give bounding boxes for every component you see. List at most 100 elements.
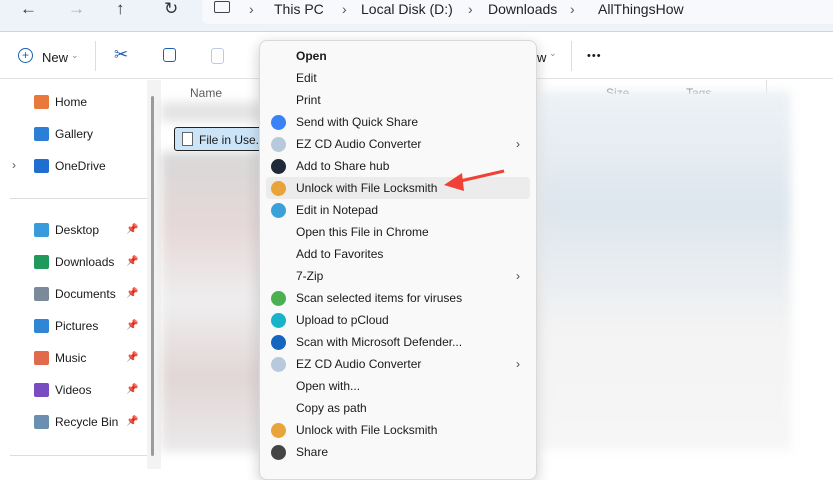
breadcrumb-allthingshow[interactable]: AllThingsHow [598,1,684,17]
copy-icon[interactable] [163,48,176,62]
menu-item-icon [271,291,286,306]
menu-item-open[interactable]: Open [266,45,530,67]
menu-item-label: Share [296,445,329,459]
expand-chevron-icon[interactable]: › [12,158,16,172]
chevron-down-icon: ⌄ [71,50,79,60]
menu-item-open-this-file-in-chrome[interactable]: Open this File in Chrome [266,221,530,243]
address-bar[interactable]: › This PC › Local Disk (D:) › Downloads … [202,0,833,24]
plus-icon: + [18,48,33,63]
menu-item-label: 7-Zip [296,269,324,283]
sidebar-scrollbar[interactable] [147,80,161,469]
menu-item-share[interactable]: Share [266,441,530,463]
up-button[interactable]: ↑ [116,0,125,18]
menu-item-icon [271,203,286,218]
onedrive-icon [34,159,49,173]
menu-item-copy-as-path[interactable]: Copy as path [266,397,530,419]
menu-item-label: Unlock with File Locksmith [296,181,438,195]
menu-item-open-with[interactable]: Open with... [266,375,530,397]
sidebar-item-label: Gallery [55,127,94,141]
menu-item-label: Print [296,93,321,107]
paste-icon[interactable] [211,48,224,64]
text-file-icon [182,132,193,146]
pin-icon: 📌 [126,320,139,331]
pin-icon: 📌 [126,384,139,395]
cut-icon[interactable]: ✂ [114,45,128,65]
menu-item-scan-selected-items-for-viruses[interactable]: Scan selected items for viruses [266,287,530,309]
menu-item-icon [271,137,286,152]
breadcrumb-this-pc[interactable]: This PC [274,1,324,17]
sidebar-item-label: Recycle Bin [55,415,119,429]
menu-item-label: Open with... [296,379,361,393]
breadcrumb-local-disk[interactable]: Local Disk (D:) [361,1,453,17]
sidebar-item-pictures[interactable]: Pictures [34,316,98,336]
recycle-bin-icon [34,415,49,429]
submenu-chevron-icon: › [516,137,520,151]
sidebar-item-recycle-bin[interactable]: Recycle Bin [34,412,118,432]
menu-item-add-to-favorites[interactable]: Add to Favorites [266,243,530,265]
new-button[interactable]: New [42,50,68,65]
sidebar-item-downloads[interactable]: Downloads [34,252,114,272]
view-button[interactable]: w [537,50,546,65]
submenu-chevron-icon: › [516,269,520,283]
column-header-name[interactable]: Name [190,86,222,100]
selected-file-row[interactable]: File in Use.t [174,127,264,151]
sidebar-item-label: Music [55,351,87,365]
menu-item-label: Edit [296,71,317,85]
sidebar-item-label: OneDrive [55,159,106,173]
menu-item-upload-to-pcloud[interactable]: Upload to pCloud [266,309,530,331]
sidebar-item-desktop[interactable]: Desktop [34,220,99,240]
menu-item-label: Copy as path [296,401,367,415]
menu-item-send-with-quick-share[interactable]: Send with Quick Share [266,111,530,133]
home-icon [34,95,49,109]
sidebar-item-label: Videos [55,383,92,397]
menu-item-unlock-with-file-locksmith[interactable]: Unlock with File Locksmith [266,419,530,441]
pin-icon: 📌 [126,416,139,427]
desktop-icon [34,223,49,237]
scrollbar-thumb[interactable] [151,96,154,456]
menu-item-icon [271,115,286,130]
menu-item-label: Scan with Microsoft Defender... [296,335,463,349]
menu-item-edit[interactable]: Edit [266,67,530,89]
menu-item-label: Upload to pCloud [296,313,389,327]
sidebar-item-documents[interactable]: Documents [34,284,116,304]
pin-icon: 📌 [126,352,139,363]
sidebar-item-onedrive[interactable]: OneDrive [34,156,106,176]
chevron-down-icon: ⌄ [549,48,557,58]
pin-icon: 📌 [126,256,139,267]
menu-item-label: Edit in Notepad [296,203,379,217]
menu-item-ez-cd-audio-converter[interactable]: EZ CD Audio Converter › [266,353,530,375]
pictures-icon [34,319,49,333]
menu-item-label: Send with Quick Share [296,115,419,129]
title-bar: ← → ↑ ↻ › This PC › Local Disk (D:) › Do… [0,0,833,32]
sidebar-item-music[interactable]: Music [34,348,86,368]
menu-item-label: EZ CD Audio Converter [296,137,422,151]
menu-item-scan-with-microsoft-defender[interactable]: Scan with Microsoft Defender... [266,331,530,353]
sidebar-item-label: Home [55,95,88,109]
menu-item-7-zip[interactable]: 7-Zip › [266,265,530,287]
documents-icon [34,287,49,301]
submenu-chevron-icon: › [516,357,520,371]
menu-item-print[interactable]: Print [266,89,530,111]
menu-item-label: EZ CD Audio Converter [296,357,422,371]
menu-item-ez-cd-audio-converter[interactable]: EZ CD Audio Converter › [266,133,530,155]
gallery-icon [34,127,49,141]
menu-item-label: Unlock with File Locksmith [296,423,438,437]
music-icon [34,351,49,365]
menu-item-edit-in-notepad[interactable]: Edit in Notepad [266,199,530,221]
navigation-pane: Home Gallery OneDrive › Desktop 📌 Downloads 📌 Do… [0,80,147,469]
sidebar-item-label: Documents [55,287,116,301]
menu-item-label: Add to Favorites [296,247,384,261]
forward-button[interactable]: → [68,0,85,18]
menu-item-icon [271,445,286,460]
sidebar-item-videos[interactable]: Videos [34,380,91,400]
refresh-button[interactable]: ↻ [164,0,178,18]
sidebar-item-home[interactable]: Home [34,92,87,112]
menu-item-icon [271,423,286,438]
breadcrumb-downloads[interactable]: Downloads [488,1,557,17]
menu-item-icon [271,313,286,328]
sidebar-item-label: Desktop [55,223,100,237]
sidebar-item-gallery[interactable]: Gallery [34,124,93,144]
more-options-button[interactable]: ••• [587,50,602,62]
back-button[interactable]: ← [20,0,37,18]
sidebar-item-label: Pictures [55,319,99,333]
